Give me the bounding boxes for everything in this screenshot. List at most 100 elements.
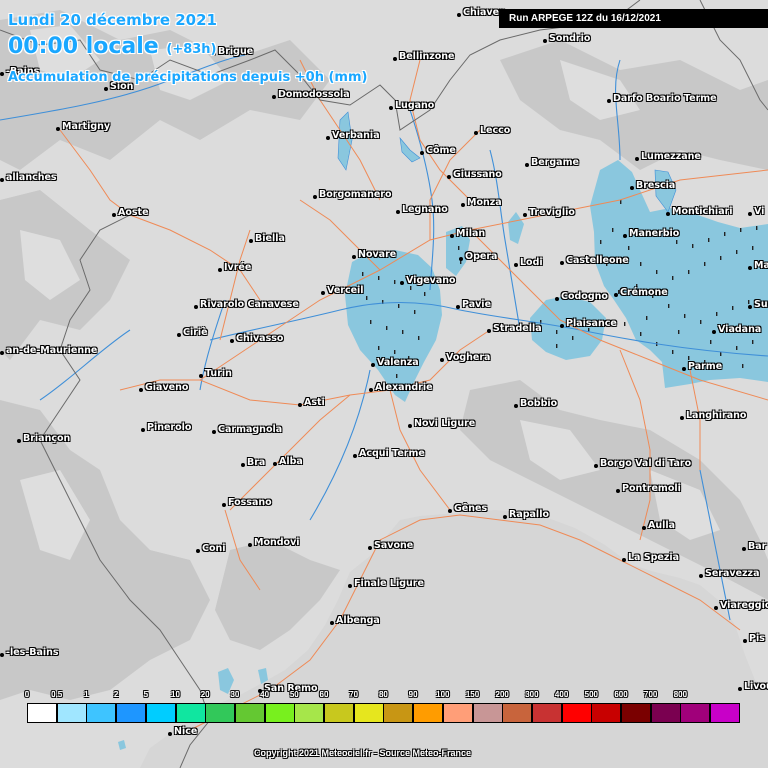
precip-marker bbox=[612, 228, 614, 232]
city-label: Rapallo bbox=[509, 509, 549, 520]
precip-marker bbox=[458, 246, 460, 250]
legend-swatch bbox=[472, 703, 503, 723]
city-label: Verceil bbox=[327, 285, 364, 296]
product-title: Accumulation de précipitations depuis +0… bbox=[8, 70, 368, 85]
city-label: Rivarolo Canavese bbox=[200, 299, 299, 310]
city-dot bbox=[514, 263, 518, 267]
city-label: Opera bbox=[465, 251, 498, 262]
legend-swatch bbox=[294, 703, 325, 723]
city-dot bbox=[196, 549, 200, 553]
city-dot bbox=[748, 212, 752, 216]
legend-tick: 1 bbox=[84, 690, 89, 699]
city-dot bbox=[622, 558, 626, 562]
legend-tick: 0 bbox=[24, 690, 30, 699]
city-label: Pinerolo bbox=[147, 422, 192, 433]
city-dot bbox=[272, 95, 276, 99]
city-dot bbox=[474, 131, 478, 135]
legend-swatch bbox=[650, 703, 681, 723]
legend-swatch bbox=[353, 703, 384, 723]
city-label: Ivrée bbox=[224, 262, 252, 273]
city-dot bbox=[560, 261, 564, 265]
city-dot bbox=[440, 358, 444, 362]
legend-swatch bbox=[413, 703, 444, 723]
city-label: Monza bbox=[467, 197, 502, 208]
city-dot bbox=[17, 439, 21, 443]
city-dot bbox=[400, 281, 404, 285]
city-dot bbox=[194, 305, 198, 309]
precip-marker bbox=[362, 272, 364, 276]
precip-marker bbox=[720, 256, 722, 260]
precip-marker bbox=[628, 246, 630, 250]
legend-swatch bbox=[145, 703, 176, 723]
legend-tick: 2 bbox=[113, 690, 119, 699]
city-label: Bar bbox=[748, 541, 767, 552]
legend-tick: 60 bbox=[319, 690, 329, 699]
legend-tick: 200 bbox=[495, 690, 509, 699]
city-dot bbox=[396, 210, 400, 214]
city-label: Lugano bbox=[395, 100, 435, 111]
city-dot bbox=[503, 515, 507, 519]
legend-tick: 90 bbox=[408, 690, 418, 699]
city-label: -les-Bains bbox=[6, 647, 59, 658]
legend-swatch bbox=[175, 703, 206, 723]
precip-marker bbox=[700, 320, 702, 324]
precip-marker bbox=[716, 312, 718, 316]
precip-marker bbox=[646, 316, 648, 320]
city-dot bbox=[222, 503, 226, 507]
forecast-time-main: 00:00 locale bbox=[8, 34, 159, 59]
precip-marker bbox=[704, 262, 706, 266]
city-label: Novare bbox=[358, 249, 397, 260]
city-label: Finale Ligure bbox=[354, 578, 424, 589]
precip-marker bbox=[556, 330, 558, 334]
legend-tick: 600 bbox=[614, 690, 628, 699]
city-dot bbox=[514, 404, 518, 408]
legend-swatch bbox=[621, 703, 651, 723]
precip-marker bbox=[708, 238, 710, 242]
city-label: Alexandrie bbox=[375, 382, 433, 393]
city-dot bbox=[369, 388, 373, 392]
city-label: Martigny bbox=[62, 121, 111, 132]
city-dot bbox=[389, 106, 393, 110]
city-label: Gênes bbox=[454, 503, 488, 514]
precip-marker bbox=[396, 374, 398, 378]
city-dot bbox=[420, 151, 424, 155]
city-label: Domodossola bbox=[278, 89, 350, 100]
copyright-notice: Copyright 2021 Meteociel.fr - Source Met… bbox=[254, 748, 472, 758]
precip-marker bbox=[600, 240, 602, 244]
city-dot bbox=[321, 291, 325, 295]
legend-tick: 0.5 bbox=[51, 690, 63, 699]
city-label: Bra bbox=[247, 457, 266, 468]
city-label: Su bbox=[754, 299, 768, 310]
city-label: Crémone bbox=[620, 287, 668, 298]
city-dot bbox=[623, 234, 627, 238]
legend-tick: 10 bbox=[171, 690, 180, 699]
city-label: Acqui Terme bbox=[359, 448, 425, 459]
city-dot bbox=[630, 186, 634, 190]
city-dot bbox=[748, 266, 752, 270]
city-dot bbox=[298, 403, 302, 407]
city-dot bbox=[0, 72, 4, 76]
city-label: Novi Ligure bbox=[414, 418, 476, 429]
city-dot bbox=[642, 526, 646, 530]
city-dot bbox=[525, 163, 529, 167]
city-label: Livou bbox=[744, 681, 768, 692]
precip-marker bbox=[752, 340, 754, 344]
city-label: Langhirano bbox=[686, 410, 747, 421]
legend-tick: 40 bbox=[260, 690, 270, 699]
city-dot bbox=[241, 463, 245, 467]
city-dot bbox=[177, 333, 181, 337]
city-dot bbox=[0, 351, 4, 355]
city-dot bbox=[742, 547, 746, 551]
legend-tick: 5 bbox=[143, 690, 149, 699]
city-dot bbox=[249, 239, 253, 243]
city-label: Lecco bbox=[480, 125, 511, 136]
city-dot bbox=[371, 363, 375, 367]
legend-swatch bbox=[680, 703, 711, 723]
city-label: Ciriè bbox=[183, 327, 208, 338]
precip-marker bbox=[672, 276, 674, 280]
city-label: Valenza bbox=[377, 357, 419, 368]
city-label: Pavie bbox=[462, 299, 492, 310]
precip-marker bbox=[386, 326, 388, 330]
legend-swatch bbox=[442, 703, 473, 723]
city-dot bbox=[326, 136, 330, 140]
